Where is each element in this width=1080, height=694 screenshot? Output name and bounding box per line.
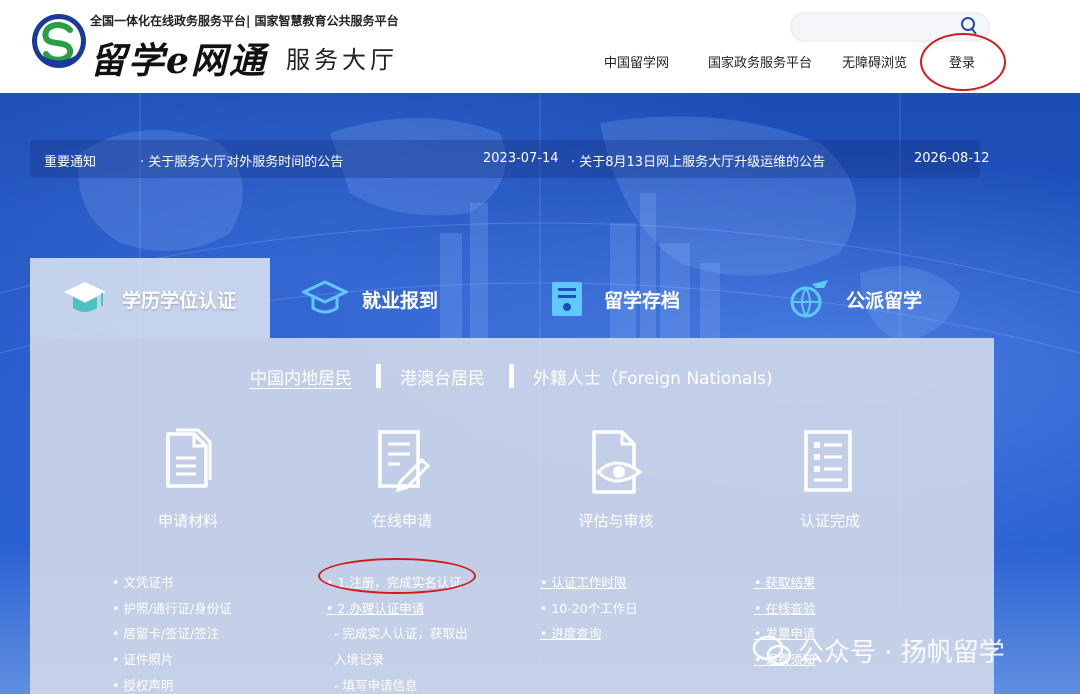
tab-government-sponsored-study[interactable]: 公派留学 bbox=[754, 258, 994, 338]
tab-employment-registration[interactable]: 就业报到 bbox=[270, 258, 510, 338]
site-logo[interactable]: 全国一体化在线政务服务平台| 国家智慧教育公共服务平台 留学e网通 服务大厅 bbox=[30, 10, 450, 82]
list-item: • 证件照片 bbox=[112, 652, 174, 668]
subtab-hk-macao-taiwan[interactable]: 港澳台居民 bbox=[400, 364, 485, 389]
wechat-watermark: 公众号 · 扬帆留学 bbox=[752, 632, 1005, 669]
archive-folder-icon bbox=[552, 282, 582, 316]
nav-link-cscse[interactable]: 中国留学网 bbox=[604, 52, 669, 71]
subtab-foreign-nationals[interactable]: 外籍人士（Foreign Nationals) bbox=[533, 364, 773, 389]
logo-tagline: 全国一体化在线政务服务平台| 国家智慧教育公共服务平台 bbox=[90, 14, 399, 28]
list-item: - 填写申请信息 bbox=[334, 677, 418, 693]
step-label: 申请材料 bbox=[157, 512, 218, 530]
list-item: • 10-20个工作日 bbox=[540, 600, 638, 616]
list-item: • 文凭证书 bbox=[112, 575, 174, 590]
list-item: • 护照/通行证/身份证 bbox=[112, 600, 232, 616]
eye-document-icon bbox=[592, 430, 643, 494]
tab-label: 学历学位认证 bbox=[122, 290, 237, 312]
tab-label: 留学存档 bbox=[604, 290, 681, 312]
notice-label: 重要通知 bbox=[44, 155, 97, 170]
login-annotation-circle bbox=[920, 33, 1006, 91]
notice-date: 2026-08-12 bbox=[914, 151, 990, 166]
step-application-materials[interactable]: 申请材料 bbox=[98, 428, 278, 538]
list-item[interactable]: • 2.办理认证申请 bbox=[326, 596, 467, 622]
tab-study-abroad-archive[interactable]: 留学存档 bbox=[512, 258, 752, 338]
step-label: 在线申请 bbox=[371, 512, 432, 530]
documents-icon bbox=[166, 428, 212, 488]
notice-bar: 重要通知 · 关于服务大厅对外服务时间的公告 2023-07-14 · 关于8月… bbox=[30, 140, 990, 178]
tab-label: 就业报到 bbox=[362, 290, 439, 312]
nav-link-accessibility[interactable]: 无障碍浏览 bbox=[842, 52, 907, 71]
nav-link-gov-platform[interactable]: 国家政务服务平台 bbox=[708, 52, 812, 71]
top-header: 全国一体化在线政务服务平台| 国家智慧教育公共服务平台 留学e网通 服务大厅 中… bbox=[0, 0, 1080, 93]
tab-label: 公派留学 bbox=[846, 290, 923, 312]
service-tabs: 学历学位认证 就业报到 留学存档 公派留学 bbox=[30, 258, 994, 338]
list-item: • 授权声明 bbox=[112, 677, 174, 693]
hat-icon bbox=[302, 280, 348, 314]
list-item[interactable]: • 在线查验 bbox=[754, 596, 815, 622]
notice-link[interactable]: · 关于8月13日网上服务大厅升级运维的公告 bbox=[571, 151, 825, 170]
list-item: • 居留卡/签证/签注 bbox=[112, 626, 220, 642]
wechat-icon bbox=[752, 635, 792, 665]
step-online-application[interactable]: 在线申请 bbox=[312, 428, 492, 538]
list-item[interactable]: • 认证工作时限 bbox=[540, 570, 638, 596]
logo-emblem-icon bbox=[32, 14, 86, 68]
list-item[interactable]: • 获取结果 bbox=[754, 570, 815, 596]
subtab-divider bbox=[376, 364, 381, 388]
tab-degree-certification[interactable]: 学历学位认证 bbox=[30, 258, 270, 338]
notice-date: 2023-07-14 bbox=[483, 151, 559, 166]
logo-hall-title: 服务大厅 bbox=[286, 46, 398, 74]
step-label: 认证完成 bbox=[799, 512, 860, 530]
globe-plane-icon bbox=[790, 280, 828, 318]
watermark-text: 公众号 · 扬帆留学 bbox=[798, 638, 1005, 668]
subtab-divider bbox=[509, 364, 514, 388]
list-item: - 完成实人认证，获取出 bbox=[334, 626, 468, 642]
graduation-cap-icon bbox=[64, 282, 106, 312]
subtab-mainland-residents[interactable]: 中国内地居民 bbox=[250, 364, 352, 389]
edit-form-icon bbox=[378, 430, 431, 493]
list-item: 入境记录 bbox=[334, 652, 385, 668]
logo-brand: 留学e网通 bbox=[90, 40, 267, 82]
list-item[interactable]: • 进度查询 bbox=[540, 621, 638, 647]
materials-list: • 文凭证书 • 护照/通行证/身份证 • 居留卡/签证/签注 • 证件照片 •… bbox=[112, 570, 232, 694]
step-label: 评估与审核 bbox=[578, 512, 654, 530]
notice-link[interactable]: · 关于服务大厅对外服务时间的公告 bbox=[140, 151, 343, 170]
checklist-icon bbox=[804, 430, 852, 492]
step-certification-complete[interactable]: 认证完成 bbox=[740, 428, 920, 538]
register-annotation-circle bbox=[318, 558, 476, 594]
step-evaluation-review[interactable]: 评估与审核 bbox=[526, 428, 706, 538]
review-list: • 认证工作时限 • 10-20个工作日 • 进度查询 bbox=[540, 570, 638, 647]
